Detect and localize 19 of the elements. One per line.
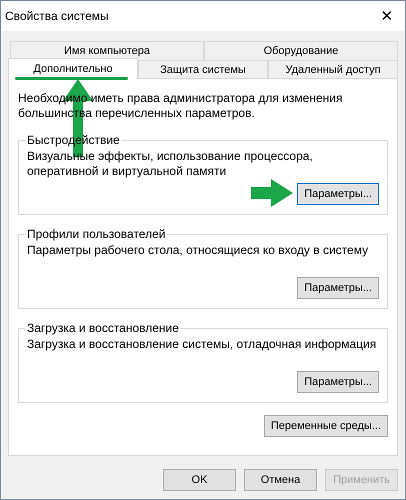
settings-button[interactable]: Параметры... — [297, 183, 379, 205]
right-arrow-icon — [251, 179, 293, 207]
group-title: Загрузка и восстановление — [26, 321, 180, 335]
window-title: Свойства системы — [5, 9, 109, 23]
tab[interactable]: Дополнительно — [8, 58, 138, 79]
close-button[interactable]: ✕ — [369, 1, 405, 31]
tab[interactable]: Оборудование — [204, 41, 398, 60]
dialog-button[interactable]: Отмена — [244, 469, 317, 491]
group-description: Загрузка и восстановление системы, отладочная информация — [27, 337, 378, 353]
group-description: Визуальные эффекты, использование процессора, оперативной и виртуальной памяти — [27, 149, 314, 180]
tab[interactable]: Имя компьютера — [10, 41, 204, 60]
group-title: Профили пользователей — [26, 227, 166, 241]
settings-button[interactable]: Параметры... — [297, 371, 379, 393]
environment-variables-button[interactable]: Переменные среды... — [264, 415, 388, 437]
group-description: Параметры рабочего стола, относящиеся ко входу в систему — [27, 243, 370, 259]
settings-button[interactable]: Параметры... — [297, 277, 379, 299]
tab[interactable]: Защита системы — [138, 60, 268, 79]
tab[interactable]: Удаленный доступ — [268, 60, 398, 79]
dialog-button[interactable]: OK — [163, 469, 236, 491]
